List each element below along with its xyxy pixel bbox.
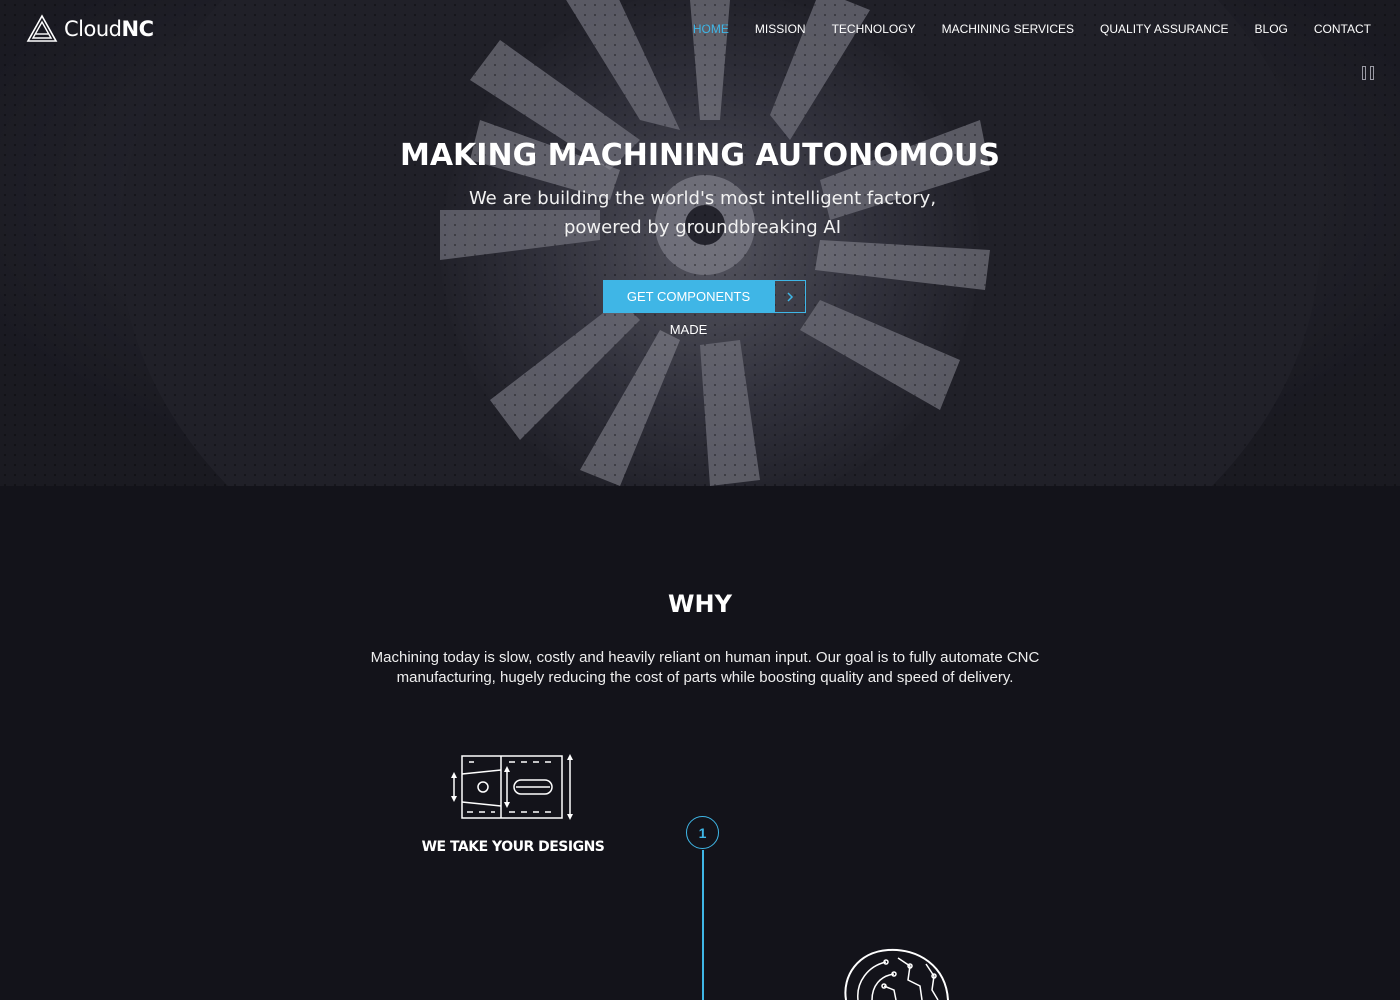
brand-name-bold: NC <box>121 17 155 41</box>
brand-logo[interactable]: CloudNC <box>26 13 154 45</box>
pause-icon[interactable] <box>1362 66 1374 80</box>
nav-item-technology[interactable]: TECHNOLOGY <box>832 22 916 36</box>
nav-item-quality-assurance[interactable]: QUALITY ASSURANCE <box>1100 22 1228 36</box>
nav-item-mission[interactable]: MISSION <box>755 22 806 36</box>
get-components-made-button[interactable]: GET COMPONENTS MADE <box>603 280 806 337</box>
why-title: WHY <box>668 590 732 618</box>
timeline-line <box>702 850 704 1000</box>
dot-pattern-overlay <box>0 0 1400 486</box>
brand-name-light: Cloud <box>64 17 122 41</box>
hero-subtitle: We are building the world's most intelli… <box>468 188 937 238</box>
hero-section <box>0 0 1400 486</box>
nav-item-blog[interactable]: BLOG <box>1255 22 1288 36</box>
nav-item-home[interactable]: HOME <box>693 22 729 36</box>
pause-bar-right <box>1370 66 1374 80</box>
main-nav: HOME MISSION TECHNOLOGY MACHINING SERVIC… <box>667 22 1371 36</box>
why-text: Machining today is slow, costly and heav… <box>370 649 1040 686</box>
hero-title: MAKING MACHINING AUTONOMOUS <box>399 138 1000 173</box>
step-number-badge: 1 <box>686 816 719 849</box>
cloudnc-logo-icon <box>26 14 58 42</box>
pause-bar-left <box>1362 66 1366 80</box>
nav-item-contact[interactable]: CONTACT <box>1314 22 1371 36</box>
nav-item-machining-services[interactable]: MACHINING SERVICES <box>942 22 1074 36</box>
design-drawing-icon <box>451 754 573 820</box>
step-title-designs: WE TAKE YOUR DESIGNS <box>421 839 605 855</box>
cta-label: GET COMPONENTS MADE <box>603 280 774 337</box>
brand-name: CloudNC <box>64 17 154 41</box>
circuit-brain-icon <box>844 948 949 1000</box>
chevron-right-icon <box>774 280 806 313</box>
